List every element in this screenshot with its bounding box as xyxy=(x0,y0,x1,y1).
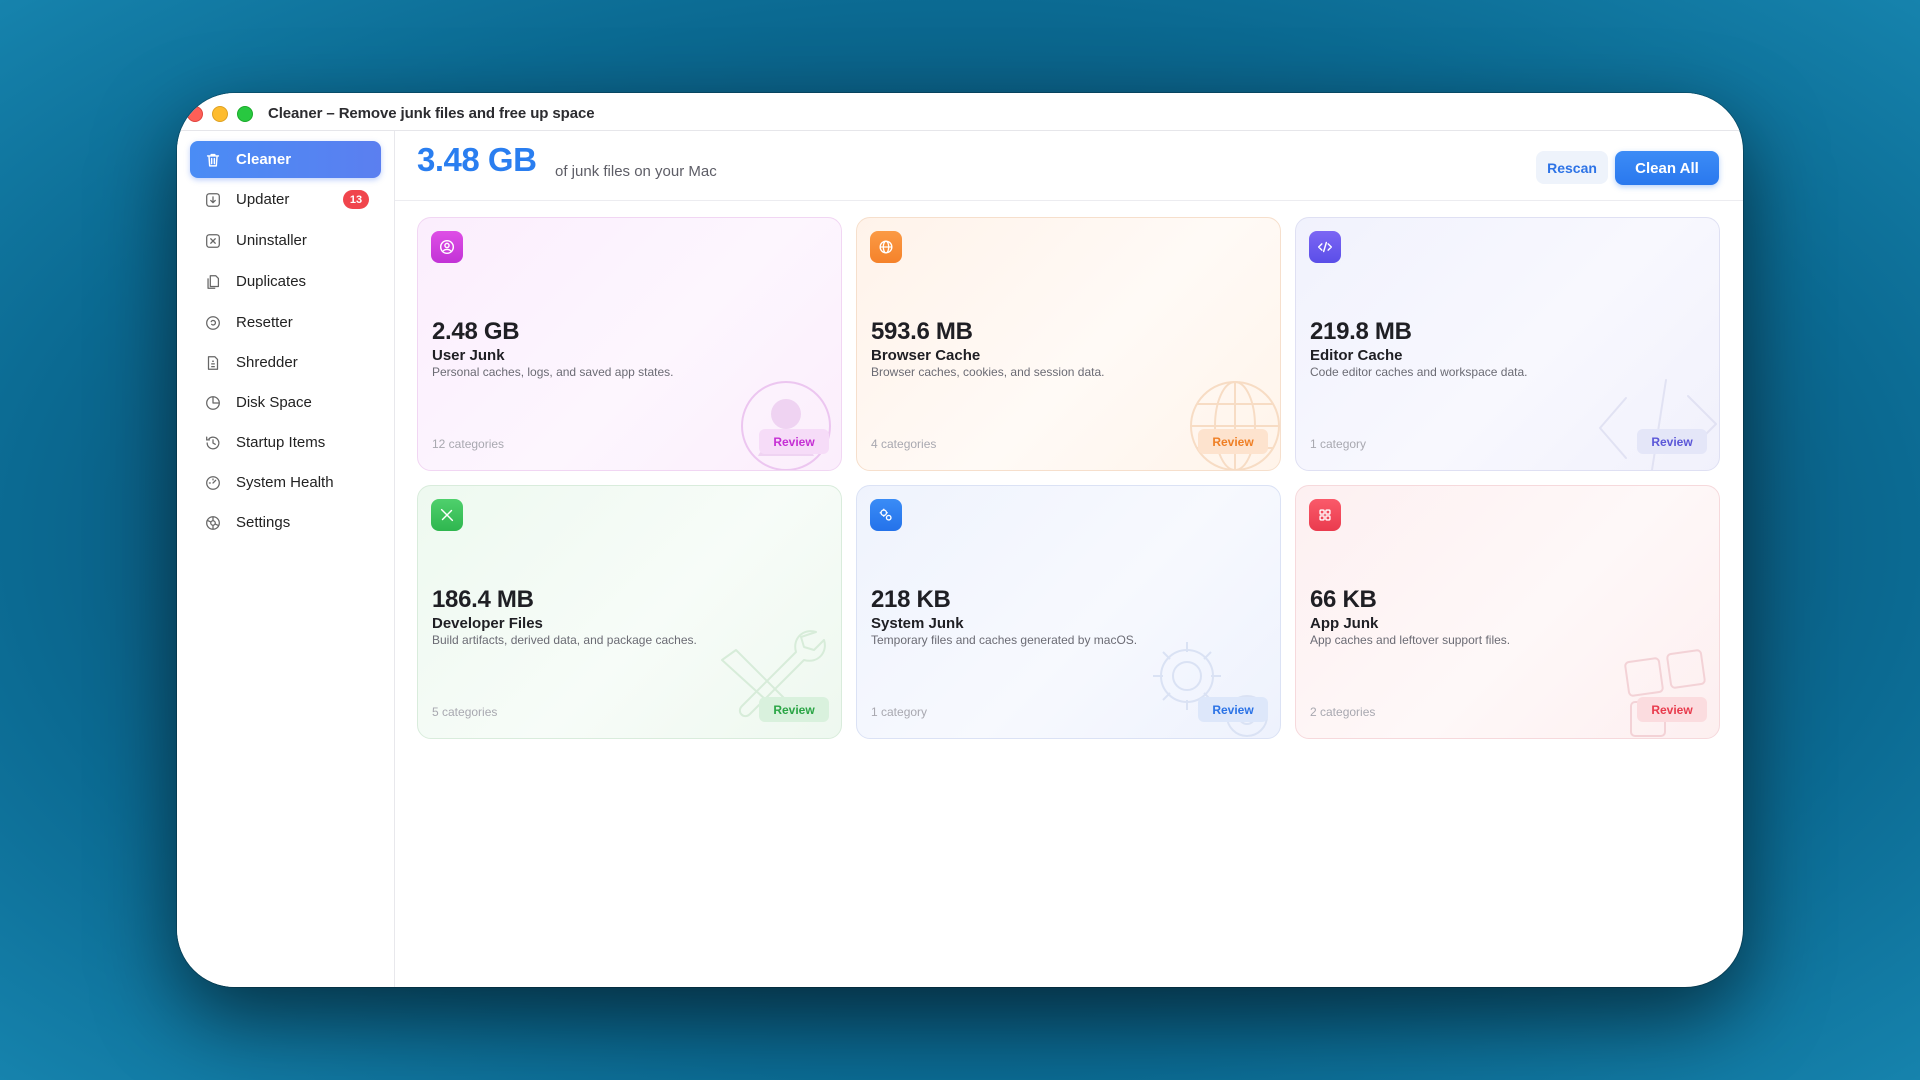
clean-all-button[interactable]: Clean All xyxy=(1615,151,1719,185)
gear-icon xyxy=(202,512,224,534)
tools-icon xyxy=(431,499,463,531)
summary-header: 3.48 GB of junk files on your Mac Rescan… xyxy=(395,131,1743,201)
app-junk-card[interactable]: 66 KB App Junk App caches and leftover s… xyxy=(1295,485,1720,739)
gears-icon xyxy=(870,499,902,531)
zoom-window-button[interactable] xyxy=(237,106,253,122)
gears-watermark-icon xyxy=(1153,642,1268,737)
globe-watermark-icon xyxy=(1190,381,1280,470)
shredder-icon xyxy=(202,352,224,374)
sidebar-item-label: Startup Items xyxy=(236,434,326,451)
tools-watermark-icon xyxy=(721,630,826,721)
total-junk-label: of junk files on your Mac xyxy=(555,163,717,180)
review-button[interactable]: Review xyxy=(1198,697,1268,722)
review-button[interactable]: Review xyxy=(759,697,829,722)
review-button[interactable]: Review xyxy=(759,429,829,454)
card-category-count: 12 categories xyxy=(432,437,505,451)
developer-files-card[interactable]: 186.4 MB Developer Files Build artifacts… xyxy=(417,485,842,739)
card-title: Browser Cache xyxy=(871,347,981,364)
x-box-icon xyxy=(202,230,224,252)
sidebar-item-system-health[interactable]: System Health xyxy=(190,464,381,501)
card-description: Code editor caches and workspace data. xyxy=(1310,365,1528,379)
sidebar-item-label: Duplicates xyxy=(236,273,307,290)
card-size: 219.8 MB xyxy=(1310,318,1412,345)
card-category-count: 5 categories xyxy=(432,705,498,719)
gauge-icon xyxy=(202,472,224,494)
apps-icon xyxy=(1309,499,1341,531)
editor-cache-card[interactable]: 219.8 MB Editor Cache Code editor caches… xyxy=(1295,217,1720,471)
card-category-count: 1 category xyxy=(871,705,928,719)
browser-cache-card[interactable]: 593.6 MB Browser Cache Browser caches, c… xyxy=(856,217,1281,471)
code-icon xyxy=(1309,231,1341,263)
app-window: Cleaner – Remove junk files and free up … xyxy=(177,93,1743,987)
user-watermark-icon xyxy=(741,381,831,470)
sidebar-item-label: Resetter xyxy=(236,314,293,331)
reset-icon xyxy=(202,312,224,334)
sidebar-item-label: Disk Space xyxy=(236,394,312,411)
title-bar: Cleaner – Remove junk files and free up … xyxy=(177,93,1743,131)
sidebar-item-label: Updater xyxy=(236,191,290,208)
sidebar-item-label: System Health xyxy=(236,474,334,491)
card-title: System Junk xyxy=(871,615,964,632)
card-size: 218 KB xyxy=(871,586,951,613)
card-size: 66 KB xyxy=(1310,586,1377,613)
sidebar-item-label: Uninstaller xyxy=(236,232,307,249)
updates-count-badge: 13 xyxy=(343,190,369,209)
review-button[interactable]: Review xyxy=(1198,429,1268,454)
rescan-button[interactable]: Rescan xyxy=(1536,151,1608,184)
pie-chart-icon xyxy=(202,392,224,414)
system-junk-card[interactable]: 218 KB System Junk Temporary files and c… xyxy=(856,485,1281,739)
sidebar: Cleaner Updater 13 Uninstaller Duplicate… xyxy=(177,131,395,987)
card-category-count: 1 category xyxy=(1310,437,1367,451)
sidebar-item-shredder[interactable]: Shredder xyxy=(190,344,381,381)
card-title: Editor Cache xyxy=(1310,347,1403,364)
sidebar-item-disk-space[interactable]: Disk Space xyxy=(190,384,381,421)
user-icon xyxy=(431,231,463,263)
card-title: App Junk xyxy=(1310,615,1379,632)
card-description: Browser caches, cookies, and session dat… xyxy=(871,365,1105,379)
card-description: App caches and leftover support files. xyxy=(1310,633,1511,647)
sidebar-item-settings[interactable]: Settings xyxy=(190,504,381,541)
close-window-button[interactable] xyxy=(187,106,203,122)
card-size: 593.6 MB xyxy=(871,318,973,345)
card-category-count: 2 categories xyxy=(1310,705,1376,719)
minimize-window-button[interactable] xyxy=(212,106,228,122)
sidebar-item-startup-items[interactable]: Startup Items xyxy=(190,424,381,461)
copy-icon xyxy=(202,271,224,293)
sidebar-item-resetter[interactable]: Resetter xyxy=(190,304,381,341)
card-title: Developer Files xyxy=(432,615,543,632)
sidebar-item-duplicates[interactable]: Duplicates xyxy=(190,263,381,300)
code-watermark-icon xyxy=(1599,379,1717,470)
globe-icon xyxy=(870,231,902,263)
window-title: Cleaner – Remove junk files and free up … xyxy=(268,105,595,122)
sidebar-item-uninstaller[interactable]: Uninstaller xyxy=(190,222,381,259)
user-junk-card[interactable]: 2.48 GB User Junk Personal caches, logs,… xyxy=(417,217,842,471)
trash-icon xyxy=(202,149,224,171)
sidebar-item-label: Settings xyxy=(236,514,291,531)
review-button[interactable]: Review xyxy=(1637,697,1707,722)
apps-watermark-icon xyxy=(1624,649,1706,737)
history-icon xyxy=(202,432,224,454)
card-description: Personal caches, logs, and saved app sta… xyxy=(432,365,674,379)
sidebar-item-cleaner[interactable]: Cleaner xyxy=(190,141,381,178)
sidebar-item-label: Shredder xyxy=(236,354,298,371)
card-description: Build artifacts, derived data, and packa… xyxy=(432,633,697,647)
card-size: 2.48 GB xyxy=(432,318,520,345)
card-description: Temporary files and caches generated by … xyxy=(871,633,1138,647)
card-title: User Junk xyxy=(432,347,505,364)
download-icon xyxy=(202,189,224,211)
card-category-count: 4 categories xyxy=(871,437,937,451)
card-size: 186.4 MB xyxy=(432,586,534,613)
total-junk-size: 3.48 GB xyxy=(417,141,537,178)
sidebar-item-updater[interactable]: Updater 13 xyxy=(190,181,381,218)
review-button[interactable]: Review xyxy=(1637,429,1707,454)
sidebar-item-label: Cleaner xyxy=(236,151,292,168)
